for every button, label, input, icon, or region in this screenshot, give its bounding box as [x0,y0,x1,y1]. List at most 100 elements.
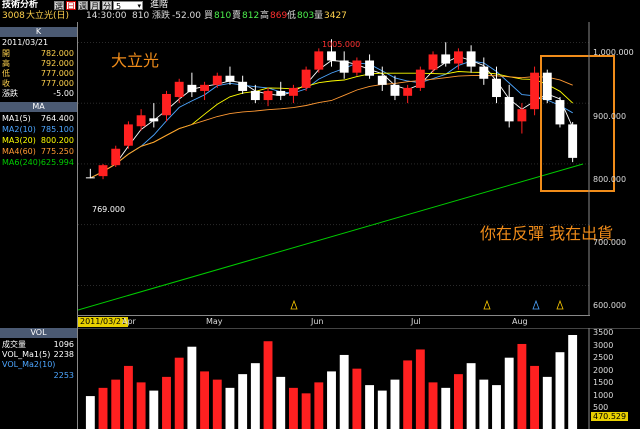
candle [453,48,463,70]
candle-body [466,51,476,67]
quote-bar: 3008 大立光(日) 14:30:00 810 漲跌 -52.00 買 810… [0,11,640,22]
candle-body [136,115,146,127]
monthly-button[interactable]: 月 [90,1,100,11]
event-triangle-marker [532,299,540,310]
candle-body [365,60,375,76]
candle [568,121,578,163]
volume-bar [212,379,222,429]
candle-body [339,60,349,73]
candle-body [187,84,197,93]
ma3-row: MA3(20) 800.200 [2,136,74,145]
daily-button[interactable]: 日 [66,1,76,11]
event-triangle-marker [556,299,564,310]
ma10-line [90,60,573,179]
bid-value: 810 [214,11,232,21]
candle [365,54,375,79]
candle [288,84,298,104]
month-aug: Aug [512,317,528,326]
high-marker-label: 1005.000 [322,40,361,49]
price-tick-1000: 1,000.000 [593,48,634,57]
candle [542,69,552,104]
candle-body [403,87,413,96]
candle-body [390,84,400,96]
volume-bar [111,379,121,429]
candle [250,84,260,104]
candle-body [441,54,451,64]
ma2-row: MA2(10) 785.100 [2,125,74,134]
minute-button[interactable]: 分 [102,1,112,11]
candle-body [250,90,260,101]
candle-body [377,75,387,85]
volume-bar [415,349,425,429]
ohlc-change: 漲跌 -5.00 [2,89,74,98]
volume-bar [187,346,197,429]
candle-body [428,54,438,70]
volume-bar [327,371,336,429]
vol-tick-1500: 1500 [593,378,614,387]
candle-body [530,72,540,110]
volume-bar [504,357,514,429]
volume-bar [517,343,527,429]
candle-body [492,78,501,98]
weekly-button[interactable]: 週 [78,1,88,11]
candle-body [85,177,95,179]
moving-average-lines [90,56,574,179]
ask-value: 812 [242,11,260,21]
stock-code: 3008 [2,11,25,21]
candle [492,66,501,104]
candle-body [98,165,108,177]
candle-body [327,51,336,61]
candle [187,72,197,98]
candle [339,51,349,79]
ma1-row: MA1(5) 764.400 [2,114,74,123]
period-value: 5 [116,2,122,11]
candle [441,42,451,67]
period-select[interactable]: 5 ▾ [113,1,143,11]
candle-body [174,81,184,98]
candle-body [479,66,489,79]
price-tick-600: 600.000 [593,301,627,310]
volume-bar [365,385,375,429]
candle [225,66,235,85]
volume-bar [98,387,108,429]
bid-label: 買 [204,11,214,21]
volume-chart[interactable] [78,328,640,429]
volume-bar [453,374,463,429]
select-button[interactable]: 選 [54,1,64,11]
candle-body [111,148,121,166]
event-triangle-marker [483,299,491,310]
vol-ma2-value-row: 2253 [53,371,74,380]
candle [377,66,387,91]
advanced-button[interactable]: 進階 [150,0,168,11]
chevron-down-icon: ▾ [137,2,141,10]
vol-tick-500: 500 [593,403,609,412]
indicator-panel: K 2011/03/21 開 782.000 高 792.000 低 777.0… [0,22,78,429]
candle [301,66,311,91]
candle [162,90,171,122]
vol-label: 量 [314,11,324,21]
month-jun: Jun [311,317,324,326]
candle [149,103,159,128]
volume-bars [85,335,578,429]
volume-bar [314,382,324,429]
candle-body [555,100,565,125]
ohlc-close: 收 777.000 [2,79,74,88]
title-bar: 技術分析 選 日 週 月 分 5 ▾ 進階 [0,0,640,11]
candle [479,57,489,85]
vol-ma2-row: VOL_Ma2(10) [2,360,56,369]
volume-bar [174,357,184,429]
volume-bar [479,379,489,429]
quote-volume: 810 [132,11,150,21]
candle-body [517,109,527,122]
vol-tick-3500: 3500 [593,328,614,337]
price-chart[interactable] [78,22,640,315]
vol-tick-2000: 2000 [593,366,614,375]
candle [428,51,438,73]
candle [403,84,413,104]
candle [555,97,565,128]
volume-bar [162,376,171,429]
candle-body [200,84,210,91]
candle-body [301,69,311,88]
candle [111,145,121,167]
volume-bar [301,393,311,429]
